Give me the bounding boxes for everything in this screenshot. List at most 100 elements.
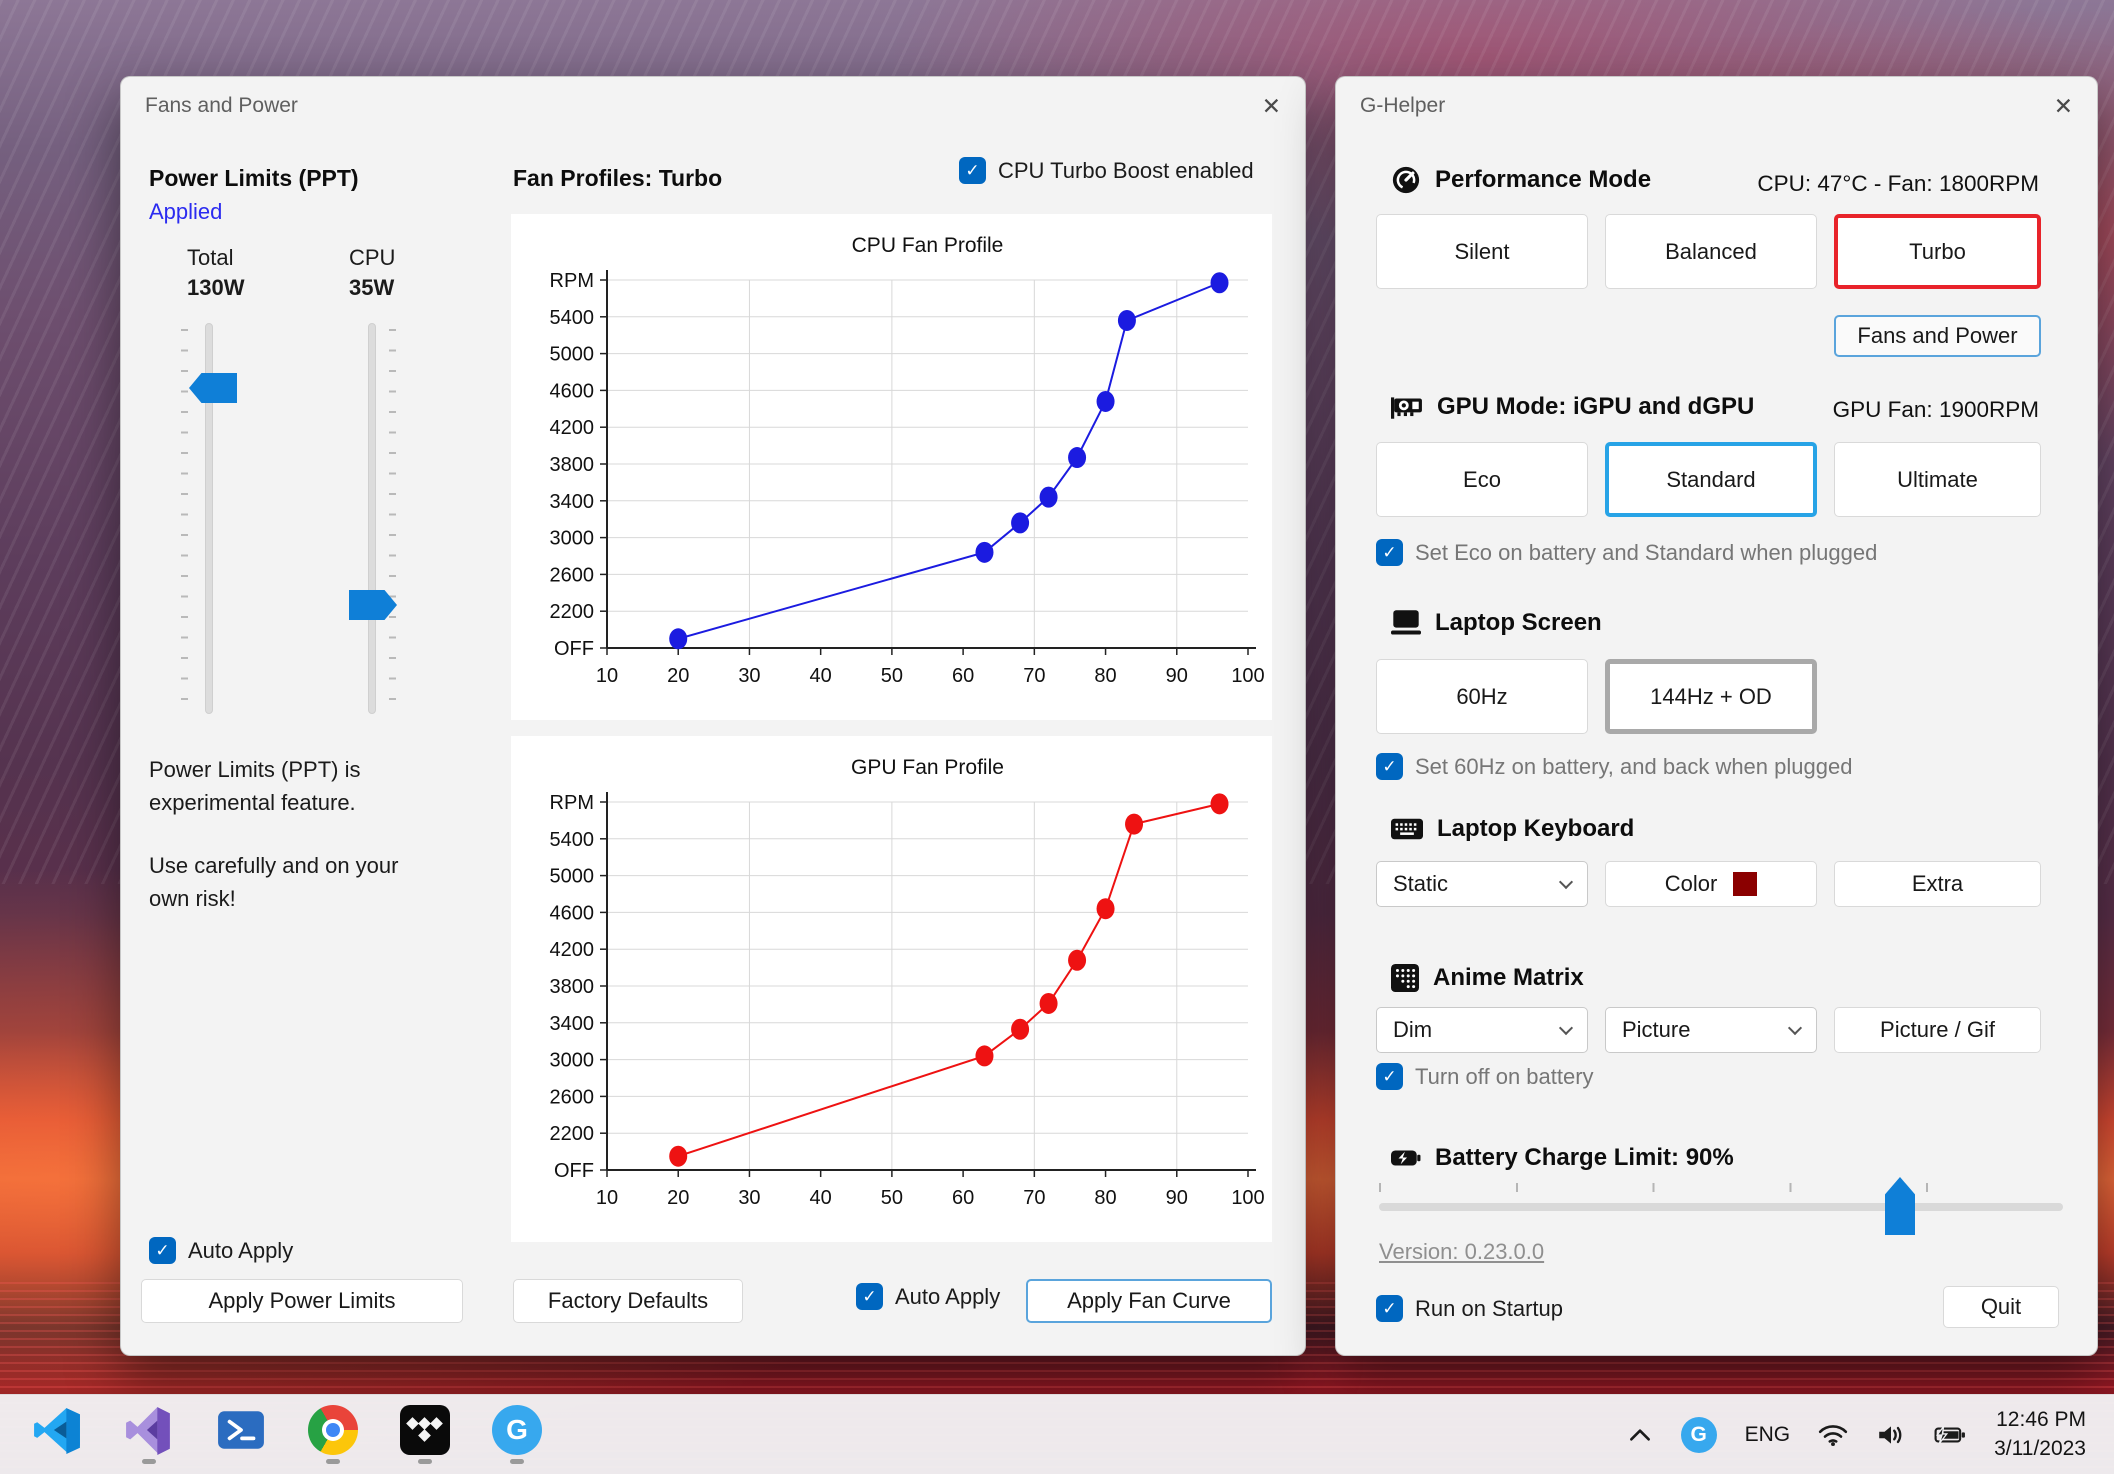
power-limits-status: Applied bbox=[149, 199, 222, 225]
fan-auto-apply-checkbox[interactable] bbox=[856, 1283, 883, 1310]
chevron-down-icon bbox=[1788, 1020, 1802, 1034]
chevron-down-icon bbox=[1559, 874, 1573, 888]
fans-window-title: Fans and Power bbox=[145, 94, 298, 118]
svg-text:80: 80 bbox=[1094, 1187, 1116, 1209]
gpu-eco-auto-checkbox[interactable] bbox=[1376, 539, 1403, 566]
apply-power-limits-button[interactable]: Apply Power Limits bbox=[141, 1279, 463, 1323]
taskbar-ghelper-button[interactable]: G bbox=[490, 1405, 544, 1464]
taskbar-powershell-button[interactable] bbox=[214, 1405, 268, 1464]
screen-60hz-auto-checkbox[interactable] bbox=[1376, 753, 1403, 780]
startup-label: Run on Startup bbox=[1415, 1296, 1563, 1322]
svg-text:30: 30 bbox=[738, 1187, 760, 1209]
taskbar-clock[interactable]: 12:46 PM 3/11/2023 bbox=[1994, 1406, 2086, 1463]
powershell-icon bbox=[216, 1405, 266, 1455]
cpu-slider-track[interactable] bbox=[368, 323, 376, 714]
gpu-eco-auto-row: Set Eco on battery and Standard when plu… bbox=[1376, 539, 1877, 566]
running-indicator bbox=[326, 1459, 340, 1464]
screen-60hz-auto-row: Set 60Hz on battery, and back when plugg… bbox=[1376, 753, 1852, 780]
svg-text:5000: 5000 bbox=[550, 866, 595, 888]
svg-text:3400: 3400 bbox=[550, 491, 595, 513]
perf-mode-balanced-button[interactable]: Balanced bbox=[1605, 214, 1817, 289]
gpu-mode-ultimate-button[interactable]: Ultimate bbox=[1834, 442, 2041, 517]
anime-battery-off-row: Turn off on battery bbox=[1376, 1063, 1594, 1090]
gpu-mode-standard-button[interactable]: Standard bbox=[1605, 442, 1817, 517]
perf-mode-silent-button[interactable]: Silent bbox=[1376, 214, 1588, 289]
battery-slider-track[interactable] bbox=[1379, 1203, 2063, 1211]
apply-fan-curve-button[interactable]: Apply Fan Curve bbox=[1026, 1279, 1272, 1323]
taskbar-visual-studio-button[interactable] bbox=[122, 1405, 176, 1464]
volume-icon[interactable] bbox=[1876, 1423, 1906, 1447]
anime-battery-off-checkbox[interactable] bbox=[1376, 1063, 1403, 1090]
svg-text:GPU Fan Profile: GPU Fan Profile bbox=[851, 756, 1004, 779]
cpu-slider-label: CPU bbox=[349, 245, 395, 271]
quit-button[interactable]: Quit bbox=[1943, 1286, 2059, 1328]
svg-text:40: 40 bbox=[810, 1187, 832, 1209]
svg-text:80: 80 bbox=[1094, 665, 1116, 687]
svg-text:20: 20 bbox=[667, 1187, 689, 1209]
tray-expand-chevron-icon[interactable] bbox=[1627, 1424, 1653, 1446]
taskbar-chrome-button[interactable] bbox=[306, 1405, 360, 1464]
power-limits-heading: Power Limits (PPT) bbox=[149, 165, 359, 192]
svg-text:100: 100 bbox=[1231, 665, 1264, 687]
factory-defaults-button[interactable]: Factory Defaults bbox=[513, 1279, 743, 1323]
chrome-icon bbox=[308, 1405, 358, 1455]
power-auto-apply-checkbox[interactable] bbox=[149, 1237, 176, 1264]
running-indicator bbox=[142, 1459, 156, 1464]
svg-text:OFF: OFF bbox=[554, 1160, 594, 1182]
g-helper-tray-icon[interactable]: G bbox=[1681, 1417, 1717, 1453]
fans-and-power-button[interactable]: Fans and Power bbox=[1834, 315, 2041, 357]
startup-checkbox[interactable] bbox=[1376, 1295, 1403, 1322]
keyboard-extra-button[interactable]: Extra bbox=[1834, 861, 2041, 907]
taskbar-tidal-button[interactable] bbox=[398, 1405, 452, 1464]
svg-text:2200: 2200 bbox=[550, 601, 595, 623]
anime-picture-gif-button[interactable]: Picture / Gif bbox=[1834, 1007, 2041, 1053]
startup-row: Run on Startup bbox=[1376, 1295, 1563, 1322]
perf-mode-turbo-button[interactable]: Turbo bbox=[1834, 214, 2041, 289]
g-helper-icon: G bbox=[492, 1405, 542, 1455]
close-icon[interactable]: ✕ bbox=[2054, 93, 2073, 120]
svg-text:5400: 5400 bbox=[550, 829, 595, 851]
keyboard-mode-select[interactable]: Static bbox=[1376, 861, 1588, 907]
gpu-mode-eco-button[interactable]: Eco bbox=[1376, 442, 1588, 517]
svg-text:3800: 3800 bbox=[550, 454, 595, 476]
svg-text:20: 20 bbox=[667, 665, 689, 687]
refresh-144hz-button[interactable]: 144Hz + OD bbox=[1605, 659, 1817, 734]
wifi-icon[interactable] bbox=[1818, 1423, 1848, 1447]
g-helper-window: G-Helper ✕ Performance Mode CPU: 47°C - … bbox=[1335, 76, 2098, 1356]
anime-content-select[interactable]: Picture bbox=[1605, 1007, 1817, 1053]
keyboard-color-button[interactable]: Color bbox=[1605, 861, 1817, 907]
gauge-icon bbox=[1391, 165, 1421, 195]
anime-battery-off-label: Turn off on battery bbox=[1415, 1064, 1594, 1090]
turbo-boost-label: CPU Turbo Boost enabled bbox=[998, 158, 1254, 184]
anime-brightness-select[interactable]: Dim bbox=[1376, 1007, 1588, 1053]
svg-text:100: 100 bbox=[1231, 1187, 1264, 1209]
svg-text:70: 70 bbox=[1023, 1187, 1045, 1209]
gpu-card-icon bbox=[1391, 395, 1423, 419]
svg-text:40: 40 bbox=[810, 665, 832, 687]
total-slider-handle[interactable] bbox=[189, 373, 237, 403]
language-indicator[interactable]: ENG bbox=[1745, 1423, 1791, 1447]
version-link[interactable]: Version: 0.23.0.0 bbox=[1379, 1239, 1544, 1265]
cpu-temp-fan-status: CPU: 47°C - Fan: 1800RPM bbox=[1757, 171, 2039, 197]
svg-text:5000: 5000 bbox=[550, 344, 595, 366]
svg-text:90: 90 bbox=[1166, 1187, 1188, 1209]
refresh-60hz-button[interactable]: 60Hz bbox=[1376, 659, 1588, 734]
ghelper-titlebar[interactable]: G-Helper ✕ bbox=[1336, 77, 2097, 135]
system-tray: G ENG 12:46 PM 3/11/2023 bbox=[1627, 1406, 2114, 1463]
battery-charging-icon[interactable] bbox=[1934, 1423, 1966, 1447]
cpu-fan-chart[interactable]: OFF220026003000340038004200460050005400R… bbox=[511, 214, 1272, 720]
svg-text:2600: 2600 bbox=[550, 564, 595, 586]
gpu-fan-chart[interactable]: OFF220026003000340038004200460050005400R… bbox=[511, 736, 1272, 1242]
turbo-boost-checkbox[interactable] bbox=[959, 157, 986, 184]
total-slider-label: Total bbox=[187, 245, 233, 271]
svg-text:CPU Fan Profile: CPU Fan Profile bbox=[852, 234, 1004, 257]
fans-window-titlebar[interactable]: Fans and Power ✕ bbox=[121, 77, 1305, 135]
close-icon[interactable]: ✕ bbox=[1262, 93, 1281, 120]
svg-text:70: 70 bbox=[1023, 665, 1045, 687]
battery-slider-ticks bbox=[1379, 1183, 2063, 1192]
svg-text:2600: 2600 bbox=[550, 1086, 595, 1108]
color-swatch bbox=[1733, 872, 1757, 896]
laptop-keyboard-heading: Laptop Keyboard bbox=[1391, 815, 1634, 843]
power-auto-apply-row: Auto Apply bbox=[149, 1237, 293, 1264]
taskbar-vscode-button[interactable] bbox=[30, 1405, 84, 1464]
